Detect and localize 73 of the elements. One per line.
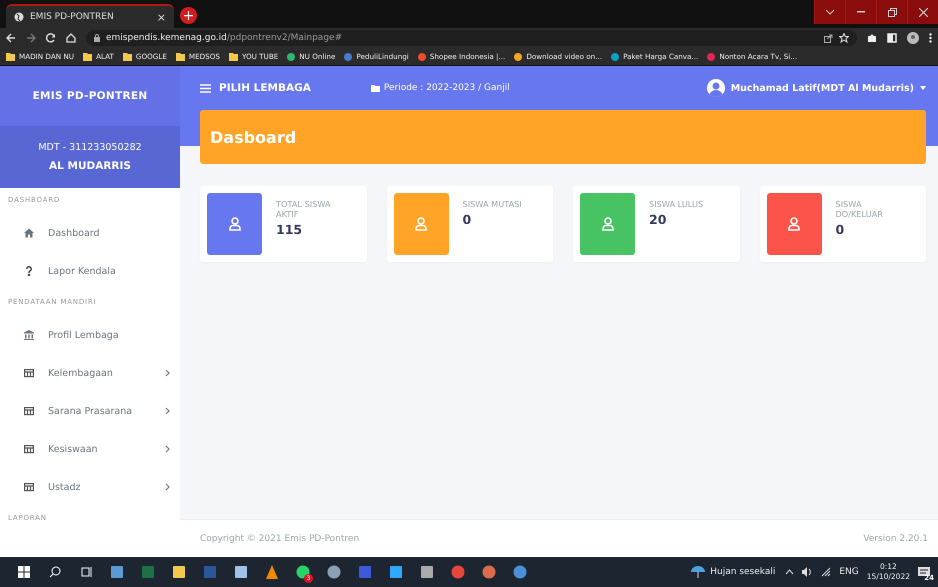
institution-name: AL MUDARRIS bbox=[49, 160, 131, 172]
home-icon bbox=[24, 228, 34, 238]
page-title: Dasboard bbox=[200, 110, 926, 164]
stat-value: 0 bbox=[836, 222, 846, 237]
stat-label: SISWA DO/KELUAR bbox=[836, 199, 884, 219]
weather-icon bbox=[690, 565, 706, 579]
minimize-icon bbox=[857, 11, 865, 13]
browser-tab[interactable]: EMIS PD-PONTREN × bbox=[6, 4, 174, 28]
user-icon bbox=[788, 217, 800, 231]
stat-value: 20 bbox=[649, 212, 668, 227]
sidebar-item[interactable]: Lapor Kendala bbox=[0, 252, 180, 290]
tab-close-button[interactable]: × bbox=[156, 10, 166, 24]
restore-button[interactable] bbox=[876, 0, 907, 24]
url-host: emispendis.kemenag.go.id bbox=[106, 33, 227, 43]
table-icon bbox=[24, 368, 34, 378]
app-icon[interactable] bbox=[326, 565, 340, 579]
stat-value: 115 bbox=[276, 222, 304, 237]
search-icon[interactable] bbox=[48, 566, 60, 578]
user-icon bbox=[602, 217, 614, 231]
user-menu[interactable]: Muchamad Latif(MDT Al Mudarris) bbox=[706, 79, 926, 97]
star-icon[interactable] bbox=[839, 33, 849, 43]
institution-icon bbox=[24, 330, 34, 340]
period-label: Periode : 2022-2023 / Ganjil bbox=[370, 83, 510, 93]
chevron-up-icon[interactable] bbox=[785, 569, 794, 575]
menu-icon bbox=[200, 84, 211, 92]
cone-icon[interactable] bbox=[264, 565, 278, 579]
sidebar-item[interactable]: Profil Lembaga bbox=[0, 316, 180, 354]
stat-label: SISWA LULUS bbox=[649, 199, 704, 209]
table-icon bbox=[24, 406, 34, 416]
restore-icon bbox=[888, 8, 896, 16]
help-icon bbox=[24, 266, 34, 276]
language-indicator[interactable]: ENG bbox=[839, 567, 859, 577]
task-view-icon[interactable] bbox=[80, 566, 92, 578]
version-text: Version 2.20.1 bbox=[863, 534, 928, 544]
chevron-down-icon bbox=[826, 10, 834, 14]
tab-title: EMIS PD-PONTREN bbox=[30, 12, 115, 22]
sidebar-item[interactable]: Sarana Prasarana bbox=[0, 392, 180, 430]
close-button[interactable] bbox=[907, 0, 938, 24]
back-icon[interactable] bbox=[6, 33, 16, 43]
share-icon[interactable] bbox=[824, 34, 833, 42]
table-icon bbox=[24, 482, 34, 492]
globe-icon bbox=[14, 12, 24, 22]
sidebar-item[interactable]: Kesiswaan bbox=[0, 430, 180, 468]
avatar-icon bbox=[706, 79, 725, 97]
sidebar-icon[interactable] bbox=[887, 33, 897, 43]
sidebar-item[interactable]: Kelembagaan bbox=[0, 354, 180, 392]
wifi-icon[interactable] bbox=[821, 567, 832, 577]
weather-text: Hujan sesekali bbox=[710, 567, 776, 577]
copyright-text: Copyright © 2021 Emis PD-Pontren bbox=[200, 534, 360, 544]
stat-label: TOTAL SISWA AKTIF bbox=[276, 199, 332, 219]
brand-title: EMIS PD-PONTREN bbox=[0, 66, 180, 126]
stat-value: 0 bbox=[462, 212, 472, 227]
institution-code: MDT - 311233050282 bbox=[38, 142, 142, 153]
sidebar-item[interactable]: Ustadz bbox=[0, 468, 180, 506]
menu-button[interactable]: PILIH LEMBAGA bbox=[200, 82, 311, 94]
caret-icon bbox=[920, 86, 926, 90]
windows-icon[interactable] bbox=[18, 566, 30, 578]
address-bar[interactable]: emispendis.kemenag.go.id/pdpontrenv2/Mainpage# bbox=[86, 30, 857, 46]
app-icon[interactable] bbox=[110, 565, 124, 579]
sidebar-item[interactable]: Dashboard bbox=[0, 214, 180, 252]
lock-icon bbox=[94, 34, 100, 42]
user-icon bbox=[415, 217, 427, 231]
table-icon bbox=[24, 444, 34, 454]
profile-icon[interactable] bbox=[907, 32, 919, 44]
home-icon[interactable] bbox=[66, 33, 76, 43]
close-icon bbox=[918, 8, 928, 16]
reload-icon[interactable] bbox=[46, 33, 56, 43]
user-icon bbox=[228, 217, 240, 231]
stat-label: SISWA MUTASI bbox=[462, 199, 523, 209]
new-tab-button[interactable]: + bbox=[180, 7, 197, 24]
url-path: /pdpontrenv2/Mainpage# bbox=[226, 33, 342, 43]
forward-icon[interactable] bbox=[26, 33, 36, 43]
menu-icon[interactable] bbox=[929, 33, 932, 43]
